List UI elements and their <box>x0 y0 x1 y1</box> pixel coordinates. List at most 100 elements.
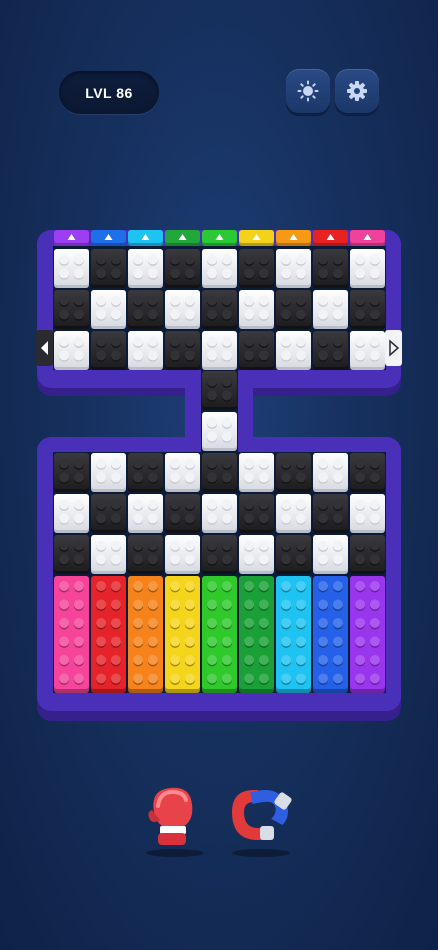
color-column-stud <box>355 636 366 647</box>
lower-block-stud <box>147 472 158 483</box>
lower-block-stud <box>221 554 232 565</box>
color-column-stud <box>355 581 366 591</box>
color-column-stud <box>96 673 107 684</box>
upper-block-stud <box>355 336 366 347</box>
color-column-stud <box>207 581 218 591</box>
color-column <box>239 576 274 689</box>
upper-block-stud <box>281 295 292 306</box>
color-column-stud <box>110 673 121 684</box>
right-exit[interactable] <box>385 330 402 366</box>
lower-block-stud <box>318 540 329 551</box>
upper-block-stud <box>110 295 121 306</box>
lower-block-stud <box>96 554 107 565</box>
color-column-stud <box>207 673 218 684</box>
upper-block-stud <box>258 295 269 306</box>
neck-block-stud <box>207 376 218 387</box>
color-column-stud <box>96 581 107 591</box>
upper-block-stud <box>110 309 121 320</box>
color-column-stud <box>281 655 292 665</box>
upper-block-stud <box>332 254 343 265</box>
color-column-stud <box>110 636 121 647</box>
neck-block-stud <box>221 417 232 428</box>
color-column-stud <box>295 636 306 647</box>
upper-block <box>165 290 200 326</box>
neck-block-stud <box>207 417 218 428</box>
lower-block-stud <box>59 554 70 565</box>
color-column <box>350 576 385 689</box>
magnet-powerup[interactable] <box>224 782 296 857</box>
color-column-stud <box>184 673 195 684</box>
lower-block <box>165 535 200 571</box>
upper-block-stud <box>59 268 70 279</box>
lower-block-stud <box>369 554 380 565</box>
upper-block-stud <box>184 336 195 347</box>
color-column-stud <box>318 599 329 610</box>
lower-block-stud <box>147 554 158 565</box>
upper-block-stud <box>281 254 292 265</box>
upper-block-stud <box>147 254 158 265</box>
color-column-stud <box>73 673 84 684</box>
upper-block-stud <box>207 350 218 361</box>
color-column-stud <box>184 636 195 647</box>
upper-block-stud <box>110 350 121 361</box>
color-column-stud <box>147 618 158 628</box>
lower-block-stud <box>258 540 269 551</box>
lower-block-stud <box>332 554 343 565</box>
color-column <box>165 576 200 689</box>
upper-block <box>91 249 126 285</box>
lower-block-stud <box>355 540 366 551</box>
color-column-stud <box>184 655 195 665</box>
lower-block-stud <box>147 540 158 551</box>
upper-block <box>313 290 348 326</box>
color-column-stud <box>59 673 70 684</box>
lower-block-stud <box>59 458 70 469</box>
lower-block-stud <box>295 472 306 483</box>
color-column-stud <box>295 618 306 628</box>
upper-block-stud <box>355 254 366 265</box>
color-column-stud <box>318 581 329 591</box>
upper-block-stud <box>184 350 195 361</box>
upper-block-stud <box>332 309 343 320</box>
lower-block-stud <box>221 513 232 524</box>
lower-block-stud <box>332 513 343 524</box>
upper-block <box>313 331 348 367</box>
color-column-stud <box>133 599 144 610</box>
color-column-stud <box>59 618 70 628</box>
upper-block-stud <box>96 309 107 320</box>
upper-block-stud <box>244 254 255 265</box>
boxing-glove-powerup[interactable] <box>140 782 210 857</box>
lower-block-stud <box>59 513 70 524</box>
upper-block-stud <box>295 254 306 265</box>
upper-block-stud <box>170 254 181 265</box>
upper-block-stud <box>73 336 84 347</box>
upper-block-stud <box>369 309 380 320</box>
lower-block-stud <box>332 499 343 510</box>
upper-block-stud <box>369 336 380 347</box>
lower-block-stud <box>295 540 306 551</box>
lower-block <box>202 453 237 489</box>
upper-block-stud <box>258 268 269 279</box>
color-column-stud <box>170 599 181 610</box>
upper-block-stud <box>59 254 70 265</box>
upper-block-stud <box>281 309 292 320</box>
upper-block-stud <box>295 295 306 306</box>
lower-block-stud <box>207 554 218 565</box>
lower-block-stud <box>332 458 343 469</box>
lower-block-stud <box>110 458 121 469</box>
upper-block-stud <box>355 295 366 306</box>
color-column <box>54 576 89 689</box>
lower-block-stud <box>318 554 329 565</box>
lower-block-stud <box>369 540 380 551</box>
lower-block-stud <box>369 472 380 483</box>
lower-block <box>128 535 163 571</box>
color-column-stud <box>281 673 292 684</box>
lower-block-stud <box>281 513 292 524</box>
color-column-stud <box>207 599 218 610</box>
lower-block-stud <box>147 513 158 524</box>
color-column-stud <box>170 655 181 665</box>
upper-block-stud <box>170 336 181 347</box>
color-column-stud <box>244 636 255 647</box>
color-column-stud <box>133 673 144 684</box>
lower-block-stud <box>258 554 269 565</box>
upper-block <box>239 290 274 326</box>
